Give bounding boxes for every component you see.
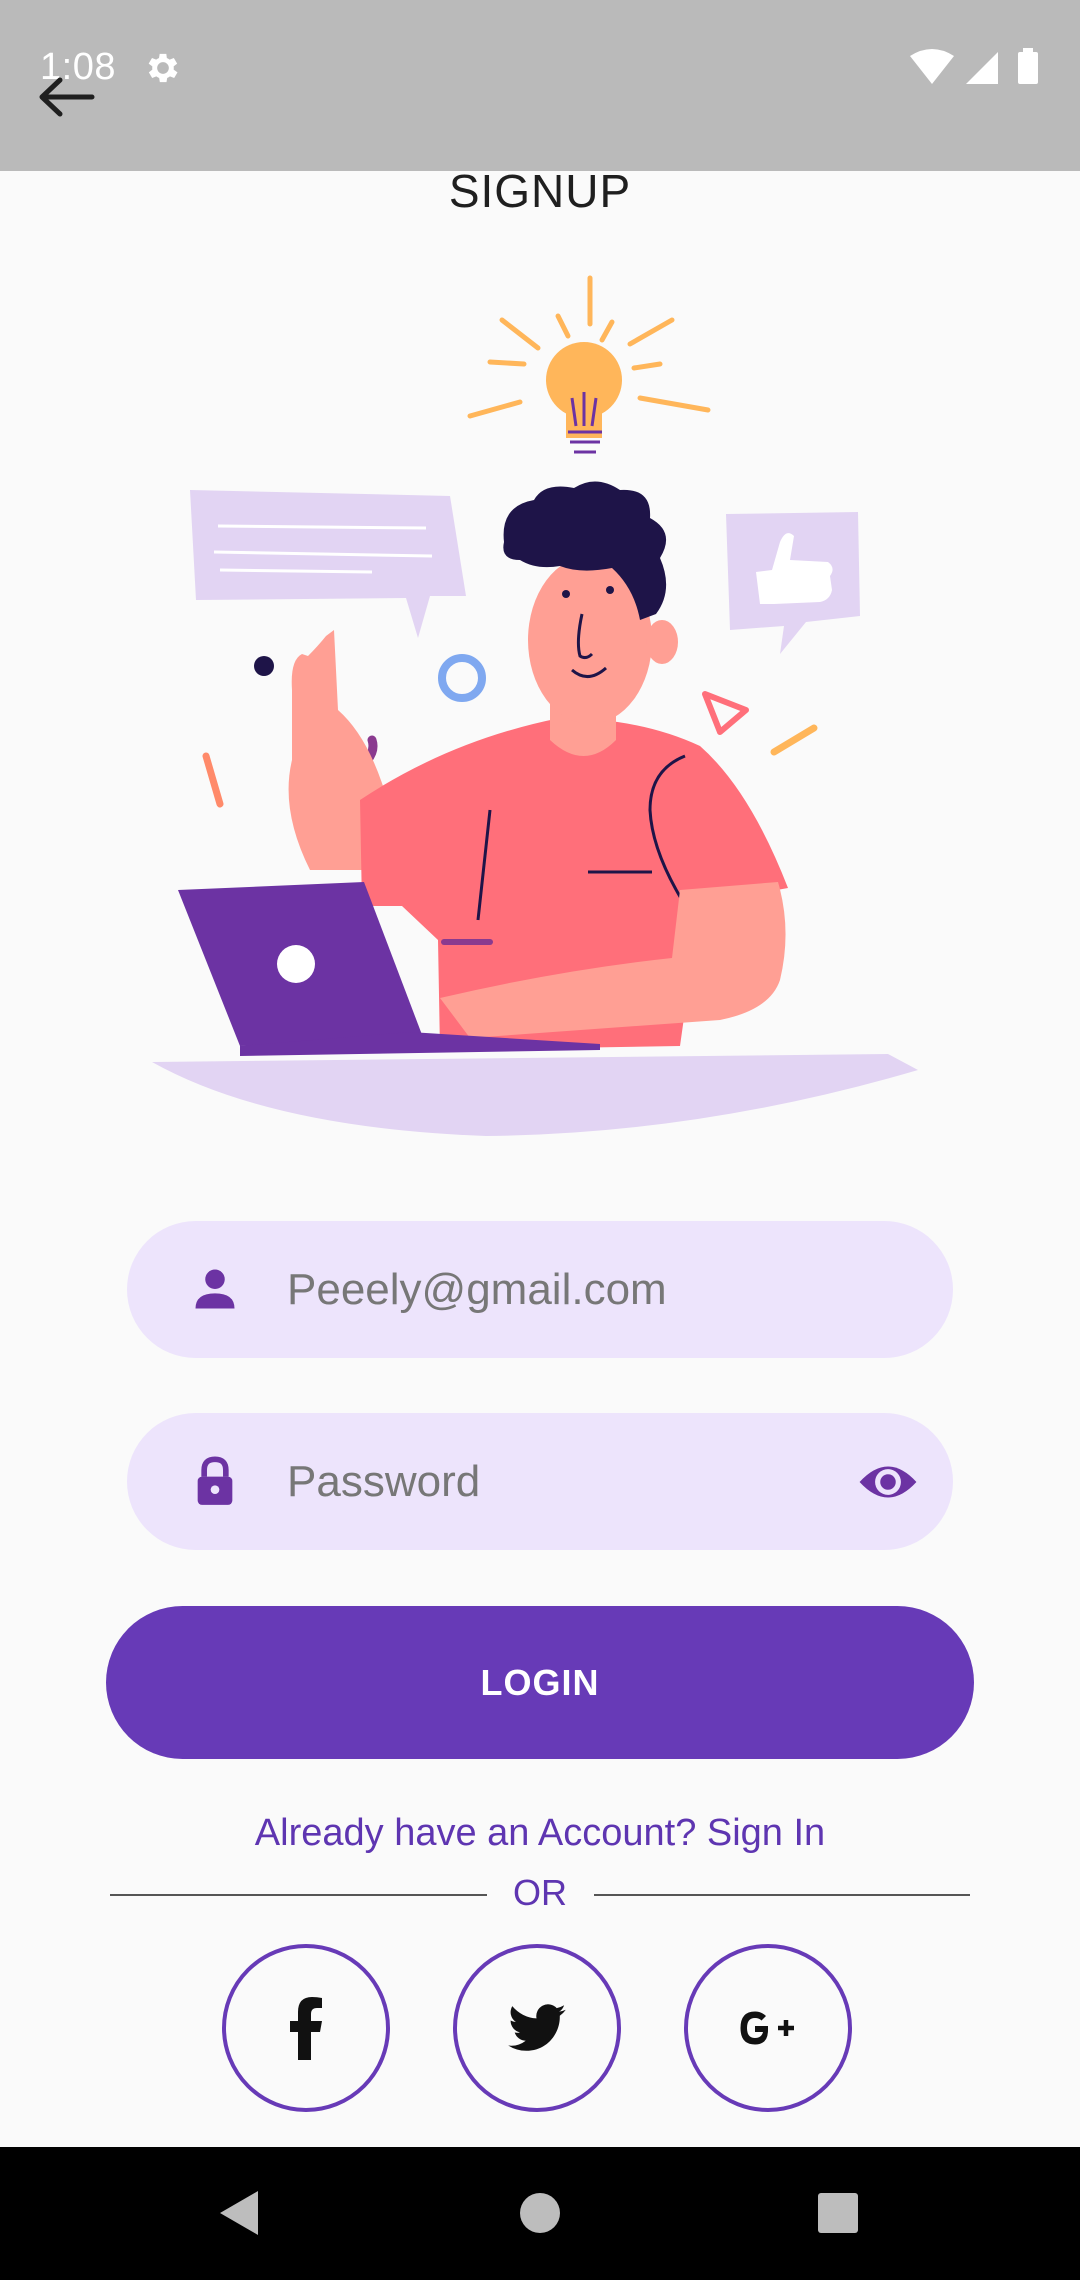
signup-illustration bbox=[152, 275, 918, 1136]
email-field bbox=[127, 1221, 953, 1358]
settings-icon bbox=[148, 53, 178, 83]
status-bar: 1:08 bbox=[0, 0, 1080, 171]
battery-icon bbox=[1018, 52, 1038, 84]
login-button[interactable]: LOGIN bbox=[106, 1606, 974, 1759]
signal-icon bbox=[966, 52, 998, 84]
or-divider-label: OR bbox=[513, 1872, 567, 1913]
navigation-bar bbox=[0, 2147, 1080, 2280]
twitter-button[interactable] bbox=[453, 1944, 621, 2112]
facebook-button[interactable] bbox=[222, 1944, 390, 2112]
divider-left bbox=[110, 1894, 487, 1896]
lock-icon bbox=[197, 1456, 233, 1505]
eye-icon[interactable] bbox=[857, 1457, 919, 1507]
arrow-left-icon[interactable] bbox=[36, 72, 96, 122]
status-icons bbox=[910, 48, 1038, 84]
nav-back-icon[interactable] bbox=[210, 2183, 270, 2243]
page-title: SIGNUP bbox=[448, 165, 632, 217]
divider-right bbox=[594, 1894, 970, 1896]
facebook-icon bbox=[290, 1997, 322, 2060]
google-plus-button[interactable] bbox=[684, 1944, 852, 2112]
nav-home-icon[interactable] bbox=[510, 2183, 570, 2243]
person-icon bbox=[195, 1269, 235, 1309]
twitter-icon bbox=[508, 2004, 566, 2051]
password-input[interactable] bbox=[287, 1413, 847, 1550]
email-input[interactable] bbox=[287, 1221, 847, 1358]
google-plus-icon bbox=[740, 2011, 794, 2045]
password-field bbox=[127, 1413, 953, 1550]
signin-link[interactable]: Already have an Account? Sign In bbox=[0, 1812, 1080, 1855]
nav-recents-icon[interactable] bbox=[808, 2183, 868, 2243]
wifi-icon bbox=[910, 49, 954, 84]
